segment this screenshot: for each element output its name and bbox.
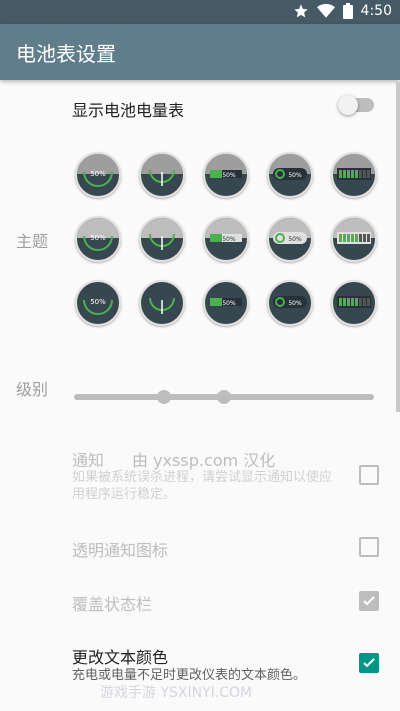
theme-preview-icon <box>333 218 375 244</box>
status-bar: 4:50 <box>0 0 400 24</box>
theme-preview-icon: 50% <box>269 154 311 180</box>
theme-preview-icon: 50% <box>269 218 311 244</box>
overlay-statusbar-label: 覆盖状态栏 <box>72 595 153 614</box>
theme-preview-icon <box>141 154 183 186</box>
notification-row[interactable]: 通知 由 yxssp.com 汉化 如果被系统误杀进程，请尝试显示通知以使应用程… <box>0 435 400 515</box>
check-icon <box>363 658 375 668</box>
notification-label: 通知 <box>72 451 105 470</box>
svg-text:50%: 50% <box>288 236 302 243</box>
translation-credit: 由 yxssp.com 汉化 <box>132 451 276 470</box>
svg-text:50%: 50% <box>222 236 236 243</box>
theme-option-needle-3[interactable] <box>139 280 185 326</box>
theme-preview-icon: 50% <box>83 298 113 315</box>
notification-checkbox[interactable] <box>359 465 379 485</box>
theme-option-gauge-3[interactable]: 50% <box>75 280 121 326</box>
theme-option-ring-2[interactable]: 50% <box>267 216 313 262</box>
clock-text: 4:50 <box>360 3 392 19</box>
theme-preview-icon: 50% <box>205 218 247 243</box>
theme-option-gauge-2[interactable]: 50% <box>75 216 121 262</box>
slider-thumb-low[interactable] <box>157 390 171 404</box>
settings-list: 显示电池电量表 主题 50% 50% 50% 50% 50% 50% 50% 50% 50% 级… <box>0 80 400 711</box>
scrollbar[interactable] <box>396 82 400 412</box>
show-meter-row[interactable]: 显示电池电量表 <box>0 80 400 132</box>
theme-option-ring-3[interactable]: 50% <box>267 280 313 326</box>
svg-text:50%: 50% <box>90 170 106 178</box>
transparent-icon-label: 透明通知图标 <box>72 541 169 560</box>
theme-preview-icon: 50% <box>205 154 247 179</box>
theme-option-bar-2[interactable]: 50% <box>203 216 249 262</box>
check-icon <box>363 596 375 606</box>
transparent-icon-checkbox[interactable] <box>359 537 379 557</box>
theme-preview-icon <box>333 154 375 180</box>
theme-preview-icon: 50% <box>77 154 119 187</box>
svg-text:50%: 50% <box>222 172 236 179</box>
star-icon <box>293 3 309 19</box>
theme-preview-icon: 50% <box>210 298 242 307</box>
wifi-icon <box>316 3 335 19</box>
notification-summary: 如果被系统误杀进程，请尝试显示通知以使应用程序运行稳定。 <box>72 470 333 502</box>
theme-preview-icon: 50% <box>77 218 119 251</box>
change-text-color-label: 更改文本颜色 <box>72 648 169 667</box>
svg-text:50%: 50% <box>90 298 106 306</box>
theme-option-gauge-1[interactable]: 50% <box>75 152 121 198</box>
overlay-statusbar-checkbox[interactable] <box>359 591 379 611</box>
theme-option-ring-1[interactable]: 50% <box>267 152 313 198</box>
theme-preview-icon: 50% <box>273 296 307 308</box>
level-label: 级别 <box>16 380 49 399</box>
overlay-statusbar-row[interactable]: 覆盖状态栏 <box>0 574 400 626</box>
battery-icon <box>342 3 353 19</box>
theme-option-bar-3[interactable]: 50% <box>203 280 249 326</box>
theme-preview-icon <box>337 296 371 308</box>
svg-text:50%: 50% <box>288 172 302 179</box>
svg-text:50%: 50% <box>222 300 236 307</box>
watermark: 游戏手游 YSXINYI.COM <box>100 685 253 701</box>
theme-preview-icon <box>149 297 175 314</box>
theme-option-needle-1[interactable] <box>139 152 185 198</box>
show-meter-label: 显示电池电量表 <box>72 101 185 120</box>
app-bar: 电池表设置 <box>0 24 400 80</box>
theme-option-segments-2[interactable] <box>331 216 377 262</box>
theme-label: 主题 <box>16 232 49 251</box>
transparent-icon-row[interactable]: 透明通知图标 <box>0 520 400 572</box>
theme-option-segments-1[interactable] <box>331 152 377 198</box>
slider-thumb-high[interactable] <box>217 390 231 404</box>
theme-option-segments-3[interactable] <box>331 280 377 326</box>
level-range-slider[interactable] <box>74 390 374 404</box>
theme-preview-icon <box>141 218 183 250</box>
svg-text:50%: 50% <box>90 234 106 242</box>
svg-text:50%: 50% <box>288 300 302 307</box>
page-title: 电池表设置 <box>16 42 116 66</box>
change-text-color-checkbox[interactable] <box>359 653 379 673</box>
switch-thumb <box>338 95 358 115</box>
theme-option-needle-2[interactable] <box>139 216 185 262</box>
show-meter-switch[interactable] <box>338 95 374 115</box>
theme-option-bar-1[interactable]: 50% <box>203 152 249 198</box>
